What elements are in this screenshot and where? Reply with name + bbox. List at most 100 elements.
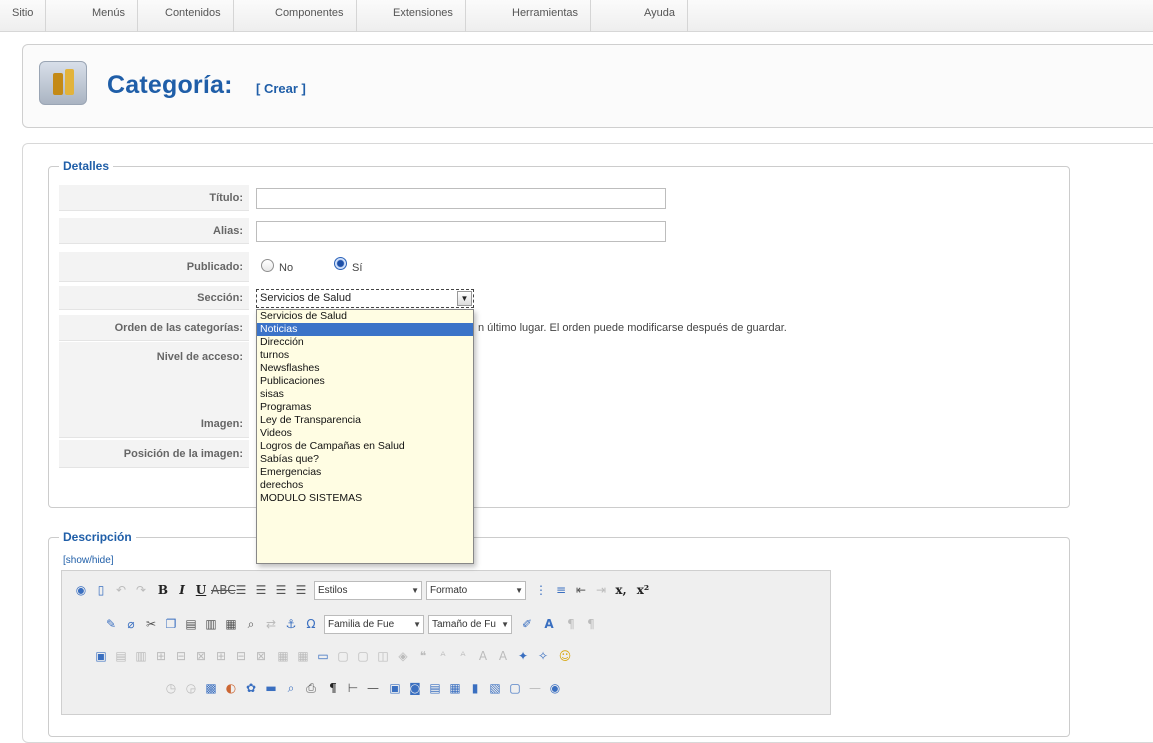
styleprops-icon[interactable]: ◈ [394,647,412,665]
special-char-icon[interactable]: Ω [302,615,320,633]
media-icon[interactable]: ▬ [262,679,280,697]
subscript-icon[interactable]: x, [612,581,630,599]
section-option[interactable]: Dirección [257,336,473,349]
font-color-icon[interactable]: A [540,615,558,633]
align-center-icon[interactable]: ☰ [252,581,270,599]
section-option-highlighted[interactable]: Noticias [257,323,473,336]
print-icon[interactable]: ⎙ [302,679,320,697]
insert-col-before-icon[interactable]: ⊞ [212,647,230,665]
paste-icon[interactable]: ▤ [182,615,200,633]
font-size-combo[interactable]: Tamaño de Fu ▼ [428,615,512,634]
undo-icon[interactable]: ↶ [112,581,130,599]
fullscreen-icon[interactable]: ▣ [386,679,404,697]
cut-icon[interactable]: ✂ [142,615,160,633]
save-icon[interactable]: ▤ [426,679,444,697]
replace-icon[interactable]: ⇄ [262,615,280,633]
section-option[interactable]: Newsflashes [257,362,473,375]
insert-layer-icon[interactable]: ▭ [314,647,332,665]
published-no-radio[interactable] [261,259,274,272]
section-option[interactable]: Videos [257,427,473,440]
unordered-list-icon[interactable]: ≡ [552,581,570,599]
superscript-icon[interactable]: x² [634,581,652,599]
move-backward-icon[interactable]: ▢ [354,647,372,665]
insert-time-icon[interactable]: ◶ [182,679,200,697]
split-cells-icon[interactable]: ▦ [274,647,292,665]
paragraph-icon[interactable]: ¶ [324,679,342,697]
frame-icon[interactable]: ▢ [506,679,524,697]
align-left-icon[interactable]: ☰ [232,581,250,599]
color-picker-icon[interactable]: ✿ [242,679,260,697]
insert-row-before-icon[interactable]: ⊞ [152,647,170,665]
chevron-down-icon[interactable]: ▼ [457,291,472,306]
del-icon[interactable]: A [474,647,492,665]
bookmark-icon[interactable]: ▮ [466,679,484,697]
menu-extensiones[interactable]: Extensiones [381,0,466,32]
edit-table-icon[interactable]: ▣ [92,647,110,665]
menu-contenidos[interactable]: Contenidos [153,0,234,32]
menu-ayuda[interactable]: Ayuda [632,0,688,32]
insert-table-icon[interactable]: ▦ [446,679,464,697]
copy-icon[interactable]: ❐ [162,615,180,633]
horizontal-rule-icon[interactable]: — [364,679,382,697]
section-option[interactable]: Publicaciones [257,375,473,388]
align-justify-icon[interactable]: ☰ [292,581,310,599]
underline-icon[interactable]: U [192,581,210,599]
indent-icon[interactable]: ⇥ [592,581,610,599]
menu-menus[interactable]: Menús [80,0,139,32]
paste-text-icon[interactable]: ▥ [202,615,220,633]
abbr-icon[interactable]: ᴬ [434,647,452,665]
menu-componentes[interactable]: Componentes [263,0,357,32]
readmore-icon[interactable]: — [526,679,544,697]
font-family-combo[interactable]: Familia de Fue ▼ [324,615,424,634]
section-option[interactable]: Logros de Campañas en Salud [257,440,473,453]
menu-sitio[interactable]: Sitio [0,0,47,32]
cleanup-code-icon[interactable]: ◉ [546,679,564,697]
merge-cells-icon[interactable]: ▦ [294,647,312,665]
outdent-icon[interactable]: ⇤ [572,581,590,599]
delete-col-icon[interactable]: ⊠ [252,647,270,665]
page-break-icon[interactable]: ▧ [486,679,504,697]
redo-icon[interactable]: ↷ [132,581,150,599]
template-icon[interactable]: ◙ [406,679,424,697]
cleanup-icon[interactable]: ✎ [102,615,120,633]
delete-row-icon[interactable]: ⊠ [192,647,210,665]
section-option[interactable]: Servicios de Salud [257,310,473,323]
insert-date-icon[interactable]: ◷ [162,679,180,697]
title-input[interactable] [256,188,666,209]
section-option[interactable]: derechos [257,479,473,492]
rtl-icon[interactable]: ¶ [582,615,600,633]
section-select[interactable]: Servicios de Salud ▼ [256,289,474,308]
section-option[interactable]: sisas [257,388,473,401]
find-icon[interactable]: ⌕ [242,615,260,633]
anchor-icon[interactable]: ⚓ [282,615,300,633]
source-icon[interactable]: ◉ [72,581,90,599]
alias-input[interactable] [256,221,666,242]
remove-format-icon[interactable]: ⌀ [122,615,140,633]
section-option[interactable]: Programas [257,401,473,414]
highlight-color-icon[interactable]: ✐ [518,615,536,633]
visual-chars-icon[interactable]: ✧ [534,647,552,665]
italic-icon[interactable]: I [173,581,191,599]
ltr-icon[interactable]: ¶ [562,615,580,633]
paste-word-icon[interactable]: ▦ [222,615,240,633]
html-icon[interactable]: ◐ [222,679,240,697]
show-hide-link[interactable]: [show/hide] [63,555,114,566]
section-option[interactable]: Ley de Transparencia [257,414,473,427]
styles-combo[interactable]: Estilos ▼ [314,581,422,600]
image-icon[interactable]: ▩ [202,679,220,697]
absolute-icon[interactable]: ◫ [374,647,392,665]
section-option[interactable]: Sabías que? [257,453,473,466]
published-yes-radio[interactable] [334,257,347,270]
preview-icon[interactable]: ⌕ [282,679,300,697]
insert-row-after-icon[interactable]: ⊟ [172,647,190,665]
table-row-props-icon[interactable]: ▤ [112,647,130,665]
move-forward-icon[interactable]: ▢ [334,647,352,665]
menu-herramientas[interactable]: Herramientas [500,0,592,32]
acronym-icon[interactable]: ᴬ [454,647,472,665]
table-cell-props-icon[interactable]: ▥ [132,647,150,665]
section-option[interactable]: turnos [257,349,473,362]
insert-col-after-icon[interactable]: ⊟ [232,647,250,665]
emoticons-icon[interactable]: ☺ [556,647,574,665]
ordered-list-icon[interactable]: ⋮ [532,581,550,599]
attributes-icon[interactable]: ✦ [514,647,532,665]
